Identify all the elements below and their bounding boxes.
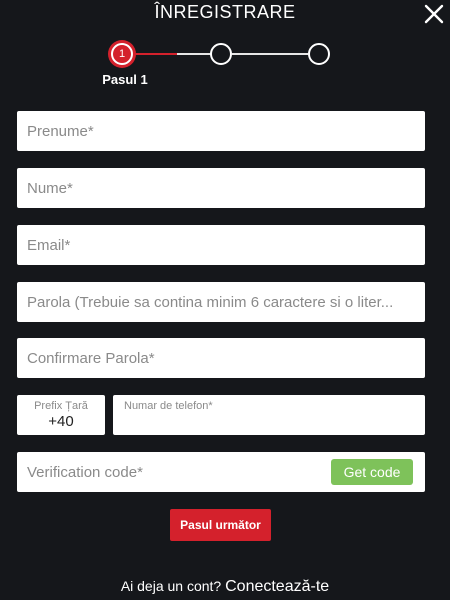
confirm-password-field: [17, 338, 425, 378]
step-3-circle: [308, 43, 330, 65]
step-indicator: 1 Pasul 1: [0, 40, 450, 90]
password-input[interactable]: [17, 282, 425, 322]
get-code-button[interactable]: Get code: [331, 459, 413, 485]
step-connector-2: [232, 53, 308, 55]
email-input[interactable]: [17, 225, 425, 265]
login-prompt: Ai deja un cont? Conectează-te: [0, 578, 450, 596]
last-name-field: [17, 168, 425, 208]
step-1-number: 1: [118, 48, 126, 60]
step-1-label: Pasul 1: [102, 72, 148, 87]
step-connector-1: [133, 53, 177, 55]
country-prefix-label: Prefix Țară: [34, 400, 88, 412]
confirm-password-input[interactable]: [17, 338, 425, 378]
page-title: ÎNREGISTRARE: [154, 2, 296, 22]
phone-field[interactable]: Numar de telefon*: [113, 395, 425, 435]
email-field: [17, 225, 425, 265]
first-name-input[interactable]: [17, 111, 425, 151]
close-icon[interactable]: [422, 2, 446, 26]
step-1-circle: 1: [111, 43, 133, 65]
last-name-input[interactable]: [17, 168, 425, 208]
phone-label: Numar de telefon*: [124, 400, 213, 412]
next-step-button[interactable]: Pasul următor: [170, 509, 271, 541]
step-2-circle: [210, 43, 232, 65]
login-link[interactable]: Conectează-te: [225, 578, 329, 595]
verification-code-field: Get code: [17, 452, 425, 492]
country-prefix-select[interactable]: Prefix Țară +40: [17, 395, 105, 435]
first-name-field: [17, 111, 425, 151]
login-prompt-text: Ai deja un cont?: [120, 578, 222, 594]
country-prefix-value: +40: [48, 413, 74, 430]
password-field: [17, 282, 425, 322]
